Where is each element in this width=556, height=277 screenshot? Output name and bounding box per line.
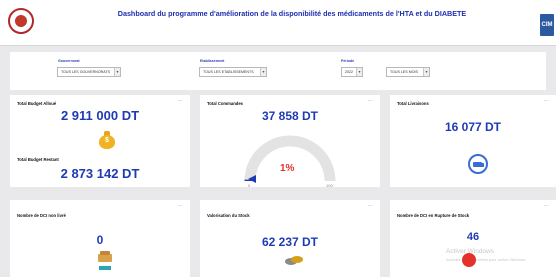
delivery-truck-icon — [468, 154, 488, 174]
package-icon — [98, 251, 112, 262]
establishment-label: Etablissement — [200, 59, 225, 63]
status-bar — [99, 266, 111, 270]
establishment-select[interactable]: TOUS LES ETABLISSEMENTS ▾ — [199, 67, 267, 77]
more-options-icon[interactable]: ··· — [368, 98, 373, 104]
chevron-down-icon: ▾ — [356, 68, 362, 76]
cim-logo: CIM — [540, 14, 554, 36]
stock-title: Valorisation du Stock — [207, 213, 250, 218]
undelivered-value: 0 — [96, 233, 104, 247]
governorate-label: Gouvernorat — [58, 59, 80, 63]
more-options-icon[interactable]: ··· — [368, 203, 373, 209]
orders-value: 37 858 DT — [261, 109, 319, 123]
stock-card: Valorisation du Stock ··· 62 237 DT — [200, 200, 380, 277]
year-select[interactable]: 2022 ▾ — [341, 67, 363, 77]
deliveries-value: 16 077 DT — [444, 120, 502, 134]
chevron-down-icon: ▾ — [114, 68, 120, 76]
more-options-icon[interactable]: ··· — [178, 98, 183, 104]
undelivered-title: Nombre de DCI non livré — [17, 213, 66, 218]
orders-title: Total Commandes — [207, 101, 243, 106]
budget-remaining-value: 2 873 142 DT — [60, 166, 140, 181]
undelivered-card: Nombre de DCI non livré ··· 0 — [10, 200, 190, 277]
rupture-value: 46 — [466, 231, 480, 243]
orders-gauge: 1% 0 100 — [244, 135, 336, 187]
more-options-icon[interactable]: ··· — [178, 203, 183, 209]
page-title: Dashboard du programme d'amélioration de… — [117, 9, 467, 18]
rupture-card: Nombre de DCI en Rupture de Stock ··· 46… — [390, 200, 556, 277]
chevron-down-icon: ▾ — [423, 68, 429, 76]
coins-icon — [285, 256, 303, 266]
year-select-value: 2022 — [345, 70, 353, 74]
period-label: Période — [341, 59, 355, 63]
chevron-down-icon: ▾ — [260, 68, 266, 76]
rupture-title: Nombre de DCI en Rupture de Stock — [397, 213, 470, 218]
orders-card: Total Commandes ··· 37 858 DT 1% 0 100 — [200, 95, 380, 187]
month-select-value: TOUS LES MOIS — [390, 70, 418, 74]
gauge-percent: 1% — [280, 163, 295, 174]
governorate-select[interactable]: TOUS LES GOUVERNORATS ▾ — [57, 67, 121, 77]
ministry-logo — [8, 8, 34, 34]
budget-allocated-value: 2 911 000 DT — [60, 108, 140, 123]
governorate-select-value: TOUS LES GOUVERNORATS — [61, 70, 110, 74]
establishment-select-value: TOUS LES ETABLISSEMENTS — [203, 70, 254, 74]
filter-bar: Gouvernorat TOUS LES GOUVERNORATS ▾ Etab… — [10, 52, 546, 90]
budget-allocated-title: Total Budget Alloué — [17, 101, 57, 106]
deliveries-title: Total Livraisons — [397, 101, 429, 106]
windows-activation-text: Accédez aux paramètres pour activer Wind… — [446, 258, 526, 262]
budget-remaining-title: Total Budget Restant — [17, 157, 59, 162]
month-select[interactable]: TOUS LES MOIS ▾ — [386, 67, 430, 77]
money-bag-icon: $ — [99, 131, 115, 149]
budget-card: Total Budget Alloué ··· 2 911 000 DT $ T… — [10, 95, 190, 187]
gauge-min-label: 0 — [248, 183, 251, 187]
deliveries-card: Total Livraisons ··· 16 077 DT — [390, 95, 556, 187]
alert-icon — [462, 253, 476, 267]
gauge-max-label: 100 — [326, 183, 333, 187]
more-options-icon[interactable]: ··· — [544, 98, 549, 104]
more-options-icon[interactable]: ··· — [544, 203, 549, 209]
gauge-track — [244, 135, 336, 182]
header-bar: Dashboard du programme d'amélioration de… — [0, 0, 556, 46]
stock-value: 62 237 DT — [261, 235, 319, 249]
